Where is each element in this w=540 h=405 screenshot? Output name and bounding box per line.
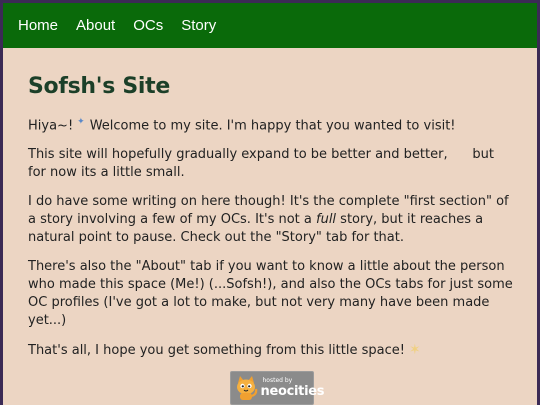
greeting-start: Hiya~! <box>28 118 74 134</box>
nav-about-link[interactable]: About <box>76 17 115 34</box>
page-frame: Home About OCs Story Sofsh's Site Hiya~!… <box>3 3 537 405</box>
page-title: Sofsh's Site <box>28 74 170 99</box>
neocities-badge-link[interactable]: hosted by neocities <box>229 371 325 405</box>
hosted-badge-container: hosted by neocities <box>28 371 515 405</box>
nav-ocs-link[interactable]: OCs <box>133 17 163 34</box>
sparkle-star-icon: ✶ <box>408 342 421 359</box>
closing-paragraph: That's all, I hope you get something fro… <box>28 341 515 360</box>
badge-neocities-label: neocities <box>260 384 325 400</box>
about-paragraph: There's also the "About" tab if you want… <box>28 259 513 329</box>
nav-story-link[interactable]: Story <box>181 17 216 34</box>
main-content: Sofsh's Site Hiya~! ✦ Welcome to my site. … <box>3 74 537 405</box>
top-navbar: Home About OCs Story <box>3 3 537 48</box>
story-text-emphasis: full <box>316 212 337 228</box>
badge-text-group: hosted by neocities <box>260 378 325 400</box>
greeting-end: Welcome to my site. I'm happy that you w… <box>89 118 456 134</box>
greeting-paragraph: Hiya~! ✦ Welcome to my site. I'm happy tha… <box>28 113 515 135</box>
intro-paragraph: This site will hopefully gradually expan… <box>28 147 499 181</box>
story-paragraph: I do have some writing on here though! I… <box>28 193 515 247</box>
neocities-cat-icon <box>236 376 257 401</box>
nav-home-link[interactable]: Home <box>18 17 58 34</box>
sparkle-icon: ✦ <box>77 117 85 127</box>
closing-text: That's all, I hope you get something fro… <box>28 343 405 359</box>
